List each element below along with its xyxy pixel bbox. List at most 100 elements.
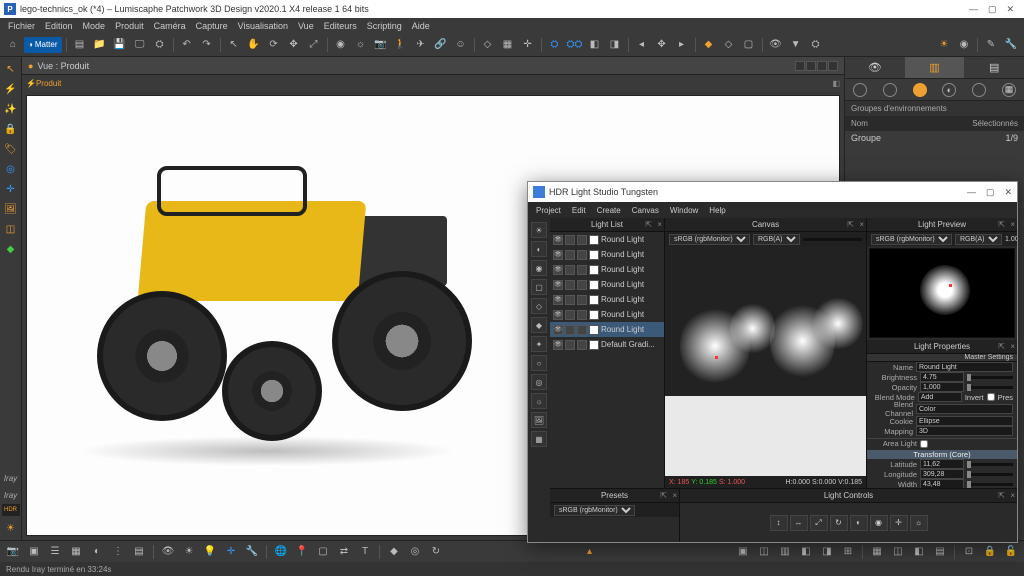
light-list-item[interactable]: 👁Round Light xyxy=(550,232,664,247)
close-icon[interactable]: × xyxy=(672,491,677,500)
env-group-row[interactable]: Groupe 1/9 xyxy=(851,133,1018,143)
bt-e-icon[interactable]: ◨ xyxy=(818,543,836,561)
hdr-menu-project[interactable]: Project xyxy=(532,206,565,215)
rp-tab-grid[interactable]: ▤ xyxy=(964,57,1024,78)
prop-lat-input[interactable] xyxy=(920,459,964,469)
bt-globe-icon[interactable]: 🌐 xyxy=(272,543,290,561)
matter-button[interactable]: ◑ Matter xyxy=(24,37,62,53)
rotate-icon[interactable]: ⟳ xyxy=(265,36,283,54)
rail-overlay-icon[interactable]: ◫ xyxy=(3,221,19,237)
prop-lon-input[interactable] xyxy=(920,469,964,479)
hdr-tool-3[interactable]: ◉ xyxy=(531,260,547,276)
bt-grid2-icon[interactable]: ▤ xyxy=(130,543,148,561)
redo-icon[interactable]: ↷ xyxy=(198,36,216,54)
bt-points-icon[interactable]: ⋮ xyxy=(109,543,127,561)
bt-c-icon[interactable]: ▥ xyxy=(776,543,794,561)
nav-center-icon[interactable]: ✥ xyxy=(653,36,671,54)
human-icon[interactable]: ☺ xyxy=(452,36,470,54)
bt-pin-icon[interactable]: 📍 xyxy=(293,543,311,561)
pointer-icon[interactable]: ↖ xyxy=(225,36,243,54)
preview-channel-select[interactable]: RGB(A) xyxy=(955,234,1002,245)
hdr-close-button[interactable]: ✕ xyxy=(1004,187,1012,198)
rail-sun-icon[interactable]: ☀ xyxy=(3,520,19,536)
bt-bulb-icon[interactable]: 💡 xyxy=(201,543,219,561)
eye-icon[interactable]: 👁 xyxy=(767,36,785,54)
save-icon[interactable]: 💾 xyxy=(111,36,129,54)
lc-btn-4[interactable]: ↻ xyxy=(830,515,848,531)
render-icon[interactable]: ☀ xyxy=(935,36,953,54)
menu-capture[interactable]: Capture xyxy=(192,21,232,31)
rail-bolt-icon[interactable]: ⚡ xyxy=(3,81,19,97)
bt-wrench-icon[interactable]: 🔧 xyxy=(243,543,261,561)
bt-d-icon[interactable]: ◧ xyxy=(797,543,815,561)
pin-icon[interactable]: ⇱ xyxy=(847,220,854,229)
minimize-button[interactable]: — xyxy=(969,4,978,15)
light-list-item[interactable]: 👁Default Gradi... xyxy=(550,337,664,352)
hdr-tool-11[interactable]: 🖼 xyxy=(531,412,547,428)
lc-btn-3[interactable]: ⤢ xyxy=(810,515,828,531)
hdr-tool-9[interactable]: ◎ xyxy=(531,374,547,390)
prop-arealight-check[interactable] xyxy=(920,440,928,448)
hdr-tool-2[interactable]: ◐ xyxy=(531,241,547,257)
close-icon[interactable]: × xyxy=(1010,491,1015,500)
hdr-minimize-button[interactable]: — xyxy=(967,187,976,198)
prop-blendch-input[interactable] xyxy=(916,404,1013,414)
rail-tag-icon[interactable]: 🏷 xyxy=(3,141,19,157)
bt-layers-icon[interactable]: ☰ xyxy=(46,543,64,561)
rp-tab-eye[interactable]: 👁 xyxy=(845,57,905,78)
rp-tab-library[interactable]: ▥ xyxy=(905,57,965,78)
transform-core-header[interactable]: Transform (Core) xyxy=(867,450,1017,459)
pin-icon[interactable]: ⇱ xyxy=(660,491,667,500)
bt-l-icon[interactable]: 🔒 xyxy=(981,543,999,561)
gears-icon[interactable]: ⛭⛭ xyxy=(566,36,584,54)
light-solo-toggle[interactable] xyxy=(565,265,575,275)
env-slot-5[interactable] xyxy=(972,83,986,97)
rail-crosshair-icon[interactable]: ✛ xyxy=(3,181,19,197)
light-lock-toggle[interactable] xyxy=(577,235,587,245)
rail-lock-icon[interactable]: 🔒 xyxy=(3,121,19,137)
stop-render-icon[interactable]: ◉ xyxy=(955,36,973,54)
hdr-menu-edit[interactable]: Edit xyxy=(568,206,590,215)
menu-aide[interactable]: Aide xyxy=(408,21,434,31)
light-lock-toggle[interactable] xyxy=(577,325,587,335)
light-list-item[interactable]: 👁Round Light xyxy=(550,277,664,292)
pin-icon[interactable]: ⇱ xyxy=(998,491,1005,500)
light-vis-toggle[interactable]: 👁 xyxy=(553,280,563,290)
view-layout-1[interactable] xyxy=(795,61,805,71)
env-slot-3[interactable] xyxy=(913,83,927,97)
prop-width-slider[interactable] xyxy=(967,483,1013,486)
bt-k-icon[interactable]: ⊡ xyxy=(960,543,978,561)
hdr-menu-create[interactable]: Create xyxy=(593,206,625,215)
hdr-tool-1[interactable]: ☀ xyxy=(531,222,547,238)
monitor-icon[interactable]: 🖵 xyxy=(131,36,149,54)
home-icon[interactable]: ⌂ xyxy=(4,36,22,54)
hdr-menu-window[interactable]: Window xyxy=(666,206,702,215)
new-icon[interactable]: ▤ xyxy=(71,36,89,54)
env-slot-2[interactable] xyxy=(883,83,897,97)
square-icon[interactable]: ▢ xyxy=(740,36,758,54)
scale-icon[interactable]: ⤢ xyxy=(305,36,323,54)
hdr-tool-4[interactable]: ▢ xyxy=(531,279,547,295)
light-vis-toggle[interactable]: 👁 xyxy=(553,325,563,335)
presets-colorspace-select[interactable]: sRGB (rgbMonitor) xyxy=(554,505,635,516)
lc-btn-5[interactable]: ◐ xyxy=(850,515,868,531)
hdr-tool-12[interactable]: ▦ xyxy=(531,431,547,447)
filter-icon[interactable]: ▼ xyxy=(787,36,805,54)
prop-mapping-input[interactable] xyxy=(916,426,1013,436)
light-solo-toggle[interactable] xyxy=(565,250,575,260)
hdr-title-bar[interactable]: HDR Light Studio Tungsten — ▢ ✕ xyxy=(528,182,1017,202)
bt-a-icon[interactable]: ▣ xyxy=(734,543,752,561)
bt-f-icon[interactable]: ⊞ xyxy=(839,543,857,561)
axes-icon[interactable]: ✛ xyxy=(519,36,537,54)
bt-sun-icon[interactable]: ☀ xyxy=(180,543,198,561)
close-icon[interactable]: × xyxy=(1010,220,1015,229)
light-vis-toggle[interactable]: 👁 xyxy=(553,310,563,320)
light-lock-toggle[interactable] xyxy=(577,250,587,260)
hdr-menu-canvas[interactable]: Canvas xyxy=(628,206,663,215)
lc-btn-2[interactable]: ↔ xyxy=(790,515,808,531)
lc-btn-7[interactable]: ✛ xyxy=(890,515,908,531)
nav-next-icon[interactable]: ▸ xyxy=(673,36,691,54)
light-list-item[interactable]: 👁Round Light xyxy=(550,262,664,277)
bt-shade-icon[interactable]: ◐ xyxy=(88,543,106,561)
light-lock-toggle[interactable] xyxy=(577,280,587,290)
